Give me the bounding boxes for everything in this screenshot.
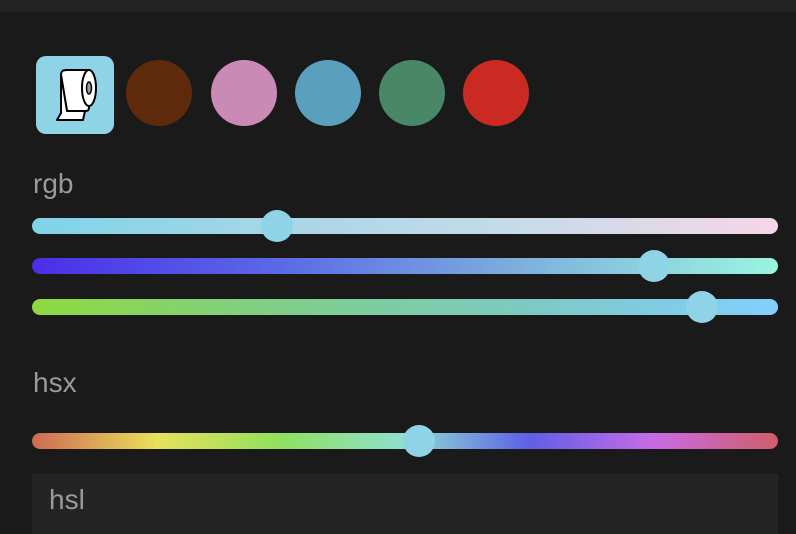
slider-hue-thumb[interactable]	[403, 425, 436, 457]
swatch-blue[interactable]	[295, 60, 361, 126]
slider-red[interactable]	[32, 210, 778, 242]
slider-hue[interactable]	[32, 425, 778, 457]
slider-green[interactable]	[32, 250, 778, 282]
swatch-pink[interactable]	[211, 60, 277, 126]
top-bar	[0, 0, 796, 12]
toilet-paper-icon	[56, 69, 97, 121]
slider-blue-thumb[interactable]	[685, 291, 718, 323]
slider-red-thumb[interactable]	[261, 210, 294, 242]
selected-swatch[interactable]	[36, 56, 114, 134]
color-mode-select[interactable]: hsl	[32, 474, 778, 534]
hsx-label: hsx	[33, 367, 77, 398]
slider-green-thumb[interactable]	[638, 250, 671, 282]
swatch-green[interactable]	[379, 60, 445, 126]
slider-blue[interactable]	[32, 291, 778, 323]
swatch-brown[interactable]	[126, 60, 192, 126]
swatch-red[interactable]	[463, 60, 529, 126]
rgb-label: rgb	[33, 168, 74, 199]
